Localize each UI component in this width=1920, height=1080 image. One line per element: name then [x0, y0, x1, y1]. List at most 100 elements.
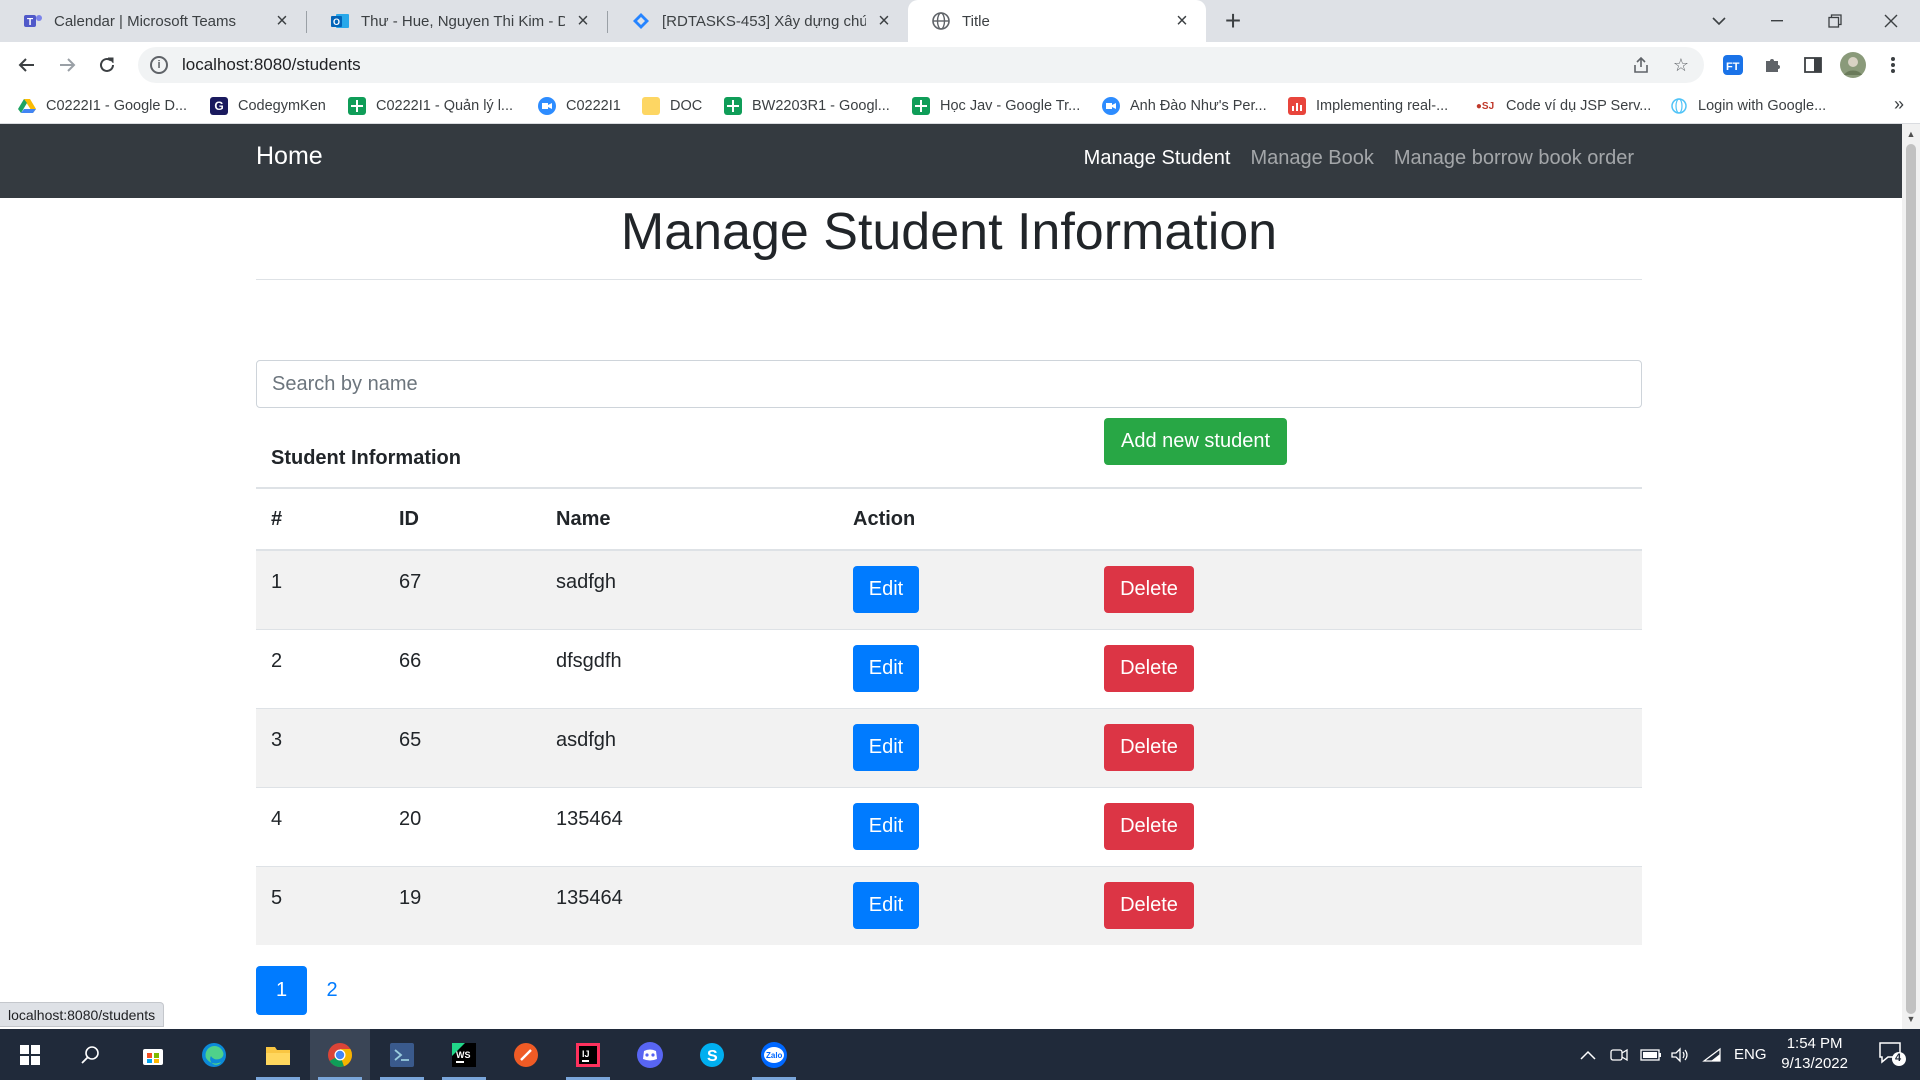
clock-date: 9/13/2022: [1781, 1055, 1848, 1072]
postman-icon[interactable]: [496, 1029, 556, 1080]
extension-ft-icon[interactable]: FT: [1718, 50, 1748, 80]
zalo-icon[interactable]: Zalo: [744, 1029, 804, 1080]
tab-teams[interactable]: T Calendar | Microsoft Teams ×: [0, 0, 306, 42]
bookmark-item[interactable]: BW2203R1 - Googl...: [724, 94, 890, 118]
outlook-icon: O: [329, 10, 351, 32]
delete-button[interactable]: Delete: [1104, 724, 1194, 771]
share-icon[interactable]: [1628, 52, 1654, 78]
minimize-icon[interactable]: [1748, 0, 1806, 42]
bookmark-item[interactable]: G CodegymKen: [210, 94, 326, 118]
edit-button[interactable]: Edit: [853, 803, 919, 850]
nav-manage-borrow-book-order[interactable]: Manage borrow book order: [1394, 147, 1634, 170]
bookmark-item[interactable]: C0222I1: [538, 94, 621, 118]
address-bar[interactable]: i localhost:8080/students ☆: [138, 47, 1704, 83]
column-header-number: #: [256, 488, 384, 551]
bookmark-item[interactable]: Học Jav - Google Tr...: [912, 94, 1080, 118]
skype-icon[interactable]: S: [682, 1029, 742, 1080]
row-id: 66: [384, 628, 541, 708]
system-clock[interactable]: 1:54 PM 9/13/2022: [1781, 1034, 1848, 1074]
clock-time: 1:54 PM: [1786, 1035, 1843, 1052]
close-icon[interactable]: ×: [573, 11, 593, 31]
tab-outlook[interactable]: O Thư - Hue, Nguyen Thi Kim - Dev ×: [307, 0, 607, 42]
meet-now-icon[interactable]: [1610, 1029, 1628, 1080]
store-icon[interactable]: [123, 1029, 183, 1080]
close-icon[interactable]: ×: [874, 11, 894, 31]
bookmark-item[interactable]: C0222I1 - Quản lý l...: [348, 94, 513, 118]
column-header-name: Name: [541, 488, 838, 551]
menu-kebab-icon[interactable]: [1878, 50, 1908, 80]
chrome-icon[interactable]: [310, 1029, 370, 1080]
search-icon[interactable]: [60, 1029, 120, 1080]
edit-button[interactable]: Edit: [853, 724, 919, 771]
nav-manage-book[interactable]: Manage Book: [1250, 147, 1373, 170]
row-number: 1: [256, 549, 384, 629]
search-input[interactable]: [256, 360, 1642, 408]
bookmark-item[interactable]: Login with Google...: [1670, 94, 1826, 118]
delete-button[interactable]: Delete: [1104, 803, 1194, 850]
bookmark-item[interactable]: Anh Đào Như's Per...: [1102, 94, 1267, 118]
edge-icon[interactable]: [184, 1029, 244, 1080]
delete-button[interactable]: Delete: [1104, 882, 1194, 930]
svg-text:O: O: [333, 17, 340, 27]
browser-toolbar: i localhost:8080/students ☆ FT: [0, 42, 1920, 88]
close-icon[interactable]: ×: [272, 11, 292, 31]
input-language[interactable]: ENG: [1734, 1029, 1767, 1080]
bookmark-star-icon[interactable]: ☆: [1668, 52, 1694, 78]
row-id: 67: [384, 549, 541, 629]
delete-button[interactable]: Delete: [1104, 566, 1194, 614]
close-icon[interactable]: ×: [1172, 11, 1192, 31]
bookmark-item[interactable]: DOC: [642, 94, 702, 118]
windows-taskbar: WS IJ S Zalo ENG 1:54 PM 9/13/2022 4: [0, 1029, 1920, 1080]
intellij-icon[interactable]: IJ: [558, 1029, 618, 1080]
forward-icon[interactable]: [52, 50, 82, 80]
navbar-brand-home[interactable]: Home: [256, 142, 323, 171]
vscode-icon[interactable]: [372, 1029, 432, 1080]
svg-text:Zalo: Zalo: [766, 1051, 783, 1060]
discord-icon[interactable]: [620, 1029, 680, 1080]
file-explorer-icon[interactable]: [248, 1029, 308, 1080]
back-icon[interactable]: [12, 50, 42, 80]
windows-start-icon[interactable]: [0, 1029, 60, 1080]
volume-icon[interactable]: [1670, 1029, 1690, 1080]
bookmark-item[interactable]: Implementing real-...: [1288, 94, 1448, 118]
bookmarks-overflow-button[interactable]: »: [1894, 94, 1904, 115]
nav-manage-student[interactable]: Manage Student: [1084, 147, 1231, 170]
add-new-student-button[interactable]: Add new student: [1104, 418, 1287, 465]
codegym-icon: G: [210, 97, 228, 115]
side-panel-icon[interactable]: [1798, 50, 1828, 80]
link-status-bubble: localhost:8080/students: [0, 1002, 165, 1027]
tab-jira[interactable]: [RDTASKS-453] Xây dựng chức nă ×: [608, 0, 908, 42]
webstorm-icon[interactable]: WS: [434, 1029, 494, 1080]
page-2-link[interactable]: 2: [307, 966, 357, 1015]
page-scrollbar[interactable]: ▲ ▼: [1902, 124, 1920, 1029]
restore-icon[interactable]: [1806, 0, 1864, 42]
wifi-icon[interactable]: [1702, 1029, 1722, 1080]
window-close-icon[interactable]: [1862, 0, 1920, 42]
bookmark-item[interactable]: ●SJ Code ví dụ JSP Serv...: [1474, 94, 1651, 118]
bookmark-item[interactable]: C0222I1 - Google D...: [18, 94, 187, 118]
tab-title-active[interactable]: Title ×: [908, 0, 1206, 42]
delete-button[interactable]: Delete: [1104, 645, 1194, 692]
extensions-puzzle-icon[interactable]: [1758, 50, 1788, 80]
notification-center-icon[interactable]: 4: [1878, 1041, 1906, 1067]
scrollbar-thumb[interactable]: [1906, 144, 1916, 1014]
tab-search-icon[interactable]: [1690, 0, 1748, 42]
scroll-up-arrow-icon[interactable]: ▲: [1902, 126, 1920, 142]
show-hidden-icons-icon[interactable]: [1580, 1029, 1596, 1080]
profile-avatar-icon[interactable]: [1838, 50, 1868, 80]
page-1-button[interactable]: 1: [256, 966, 307, 1015]
edit-button[interactable]: Edit: [853, 882, 919, 930]
globe-icon: [1670, 97, 1688, 115]
site-info-icon[interactable]: i: [150, 56, 168, 74]
reload-icon[interactable]: [92, 50, 122, 80]
new-tab-button[interactable]: +: [1218, 6, 1248, 36]
page-title: Manage Student Information: [620, 203, 1278, 261]
sj-icon: ●SJ: [1475, 100, 1495, 112]
scroll-down-arrow-icon[interactable]: ▼: [1902, 1011, 1920, 1027]
row-name: 135464: [541, 865, 838, 945]
edit-button[interactable]: Edit: [853, 566, 919, 614]
svg-text:S: S: [707, 1048, 718, 1065]
edit-button[interactable]: Edit: [853, 645, 919, 692]
teams-icon: T: [22, 10, 44, 32]
battery-icon[interactable]: [1640, 1029, 1662, 1080]
